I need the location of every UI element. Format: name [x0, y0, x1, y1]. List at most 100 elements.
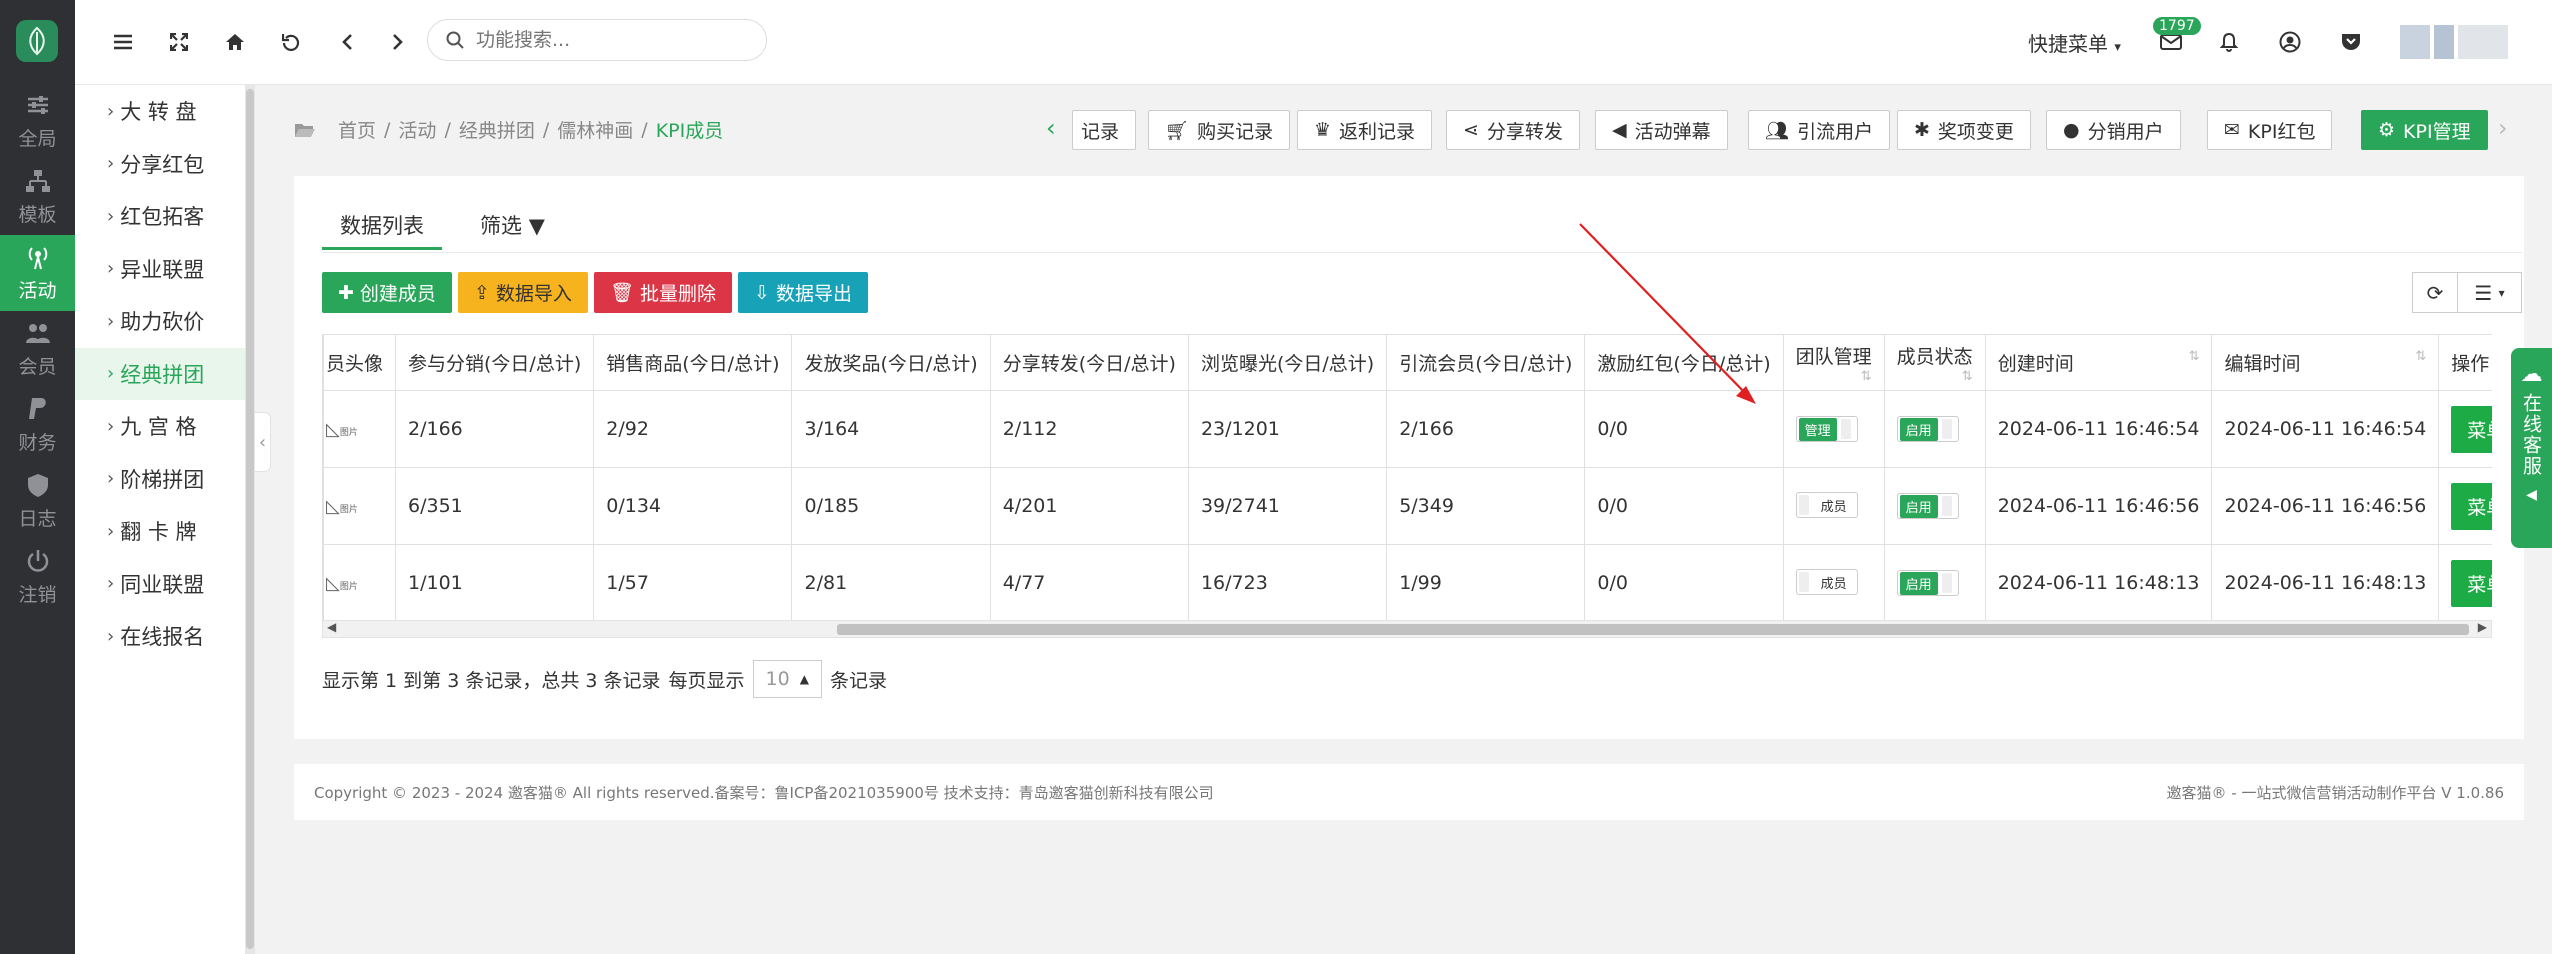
tabs-scroll-left[interactable]: ‹ [1046, 114, 1056, 142]
tab-data-list[interactable]: 数据列表 [322, 200, 442, 250]
image-placeholder-icon: ◺ [326, 572, 340, 594]
batch-delete-button[interactable]: 🗑︎ 批量删除 [593, 272, 733, 313]
breadcrumb-campaign[interactable]: 儒林神画 [557, 116, 633, 143]
sidebar-scrollbar[interactable] [245, 85, 255, 954]
search-input[interactable] [476, 29, 736, 51]
col-avatar[interactable]: 员头像 [323, 334, 397, 391]
row-menu-button[interactable]: 菜单▾ [2451, 405, 2492, 453]
user-circle-icon [2279, 31, 2301, 53]
tab-kpi-management[interactable]: ⚙ KPI管理 [2361, 110, 2488, 150]
back-button[interactable] [331, 26, 363, 58]
tab-record[interactable]: 记录 [1072, 110, 1137, 150]
rail-item-logout[interactable]: 注销 [0, 539, 75, 615]
tab-kpi-redpacket[interactable]: ✉ KPI红包 [2207, 110, 2333, 150]
col-distribution[interactable]: 参与分销(今日/总计) [395, 334, 595, 391]
col-views[interactable]: 浏览曝光(今日/总计) [1187, 334, 1388, 391]
col-shares[interactable]: 分享转发(今日/总计) [989, 334, 1189, 391]
scroll-right-icon[interactable]: ▶ [2478, 620, 2487, 634]
home-button[interactable] [219, 26, 251, 58]
rail-item-finance[interactable]: 财务 [0, 387, 75, 463]
fullscreen-button[interactable] [163, 26, 195, 58]
rail-item-members[interactable]: 会员 [0, 311, 75, 387]
caret-up-icon: ▲ [799, 672, 809, 686]
quick-menu-dropdown[interactable]: 快捷菜单 ▾ [2028, 28, 2121, 57]
sidebar-item-nine-grid[interactable]: › 九 宫 格 [75, 400, 245, 453]
scroll-thumb[interactable] [837, 624, 2469, 635]
sidebar-item-bargain[interactable]: › 助力砍价 [75, 295, 245, 348]
user-avatar[interactable] [2400, 25, 2510, 59]
export-data-button[interactable]: ⇩ 数据导出 [738, 272, 868, 313]
avatar-cell[interactable]: ◺图片 [323, 544, 397, 620]
paypal-icon [28, 398, 46, 419]
tab-activity-danmaku[interactable]: ◀ 活动弹幕 [1595, 110, 1728, 150]
sidebar-item-share-redpacket[interactable]: › 分享红包 [75, 138, 245, 191]
icon-rail: 全局 模板 活动 会员 财务 日志 注销 [0, 0, 75, 954]
sidebar-item-ladder-group[interactable]: › 阶梯拼团 [75, 453, 245, 506]
caret-left-icon: ◀ [2526, 487, 2537, 503]
sidebar-item-flip-card[interactable]: › 翻 卡 牌 [75, 505, 245, 558]
tab-purchase-record[interactable]: 🛒︎ 购买记录 [1148, 110, 1291, 150]
sidebar-item-redpacket-acquire[interactable]: › 红包拓客 [75, 190, 245, 243]
rail-item-label: 注销 [18, 584, 57, 606]
breadcrumb-activity[interactable]: 活动 [398, 116, 436, 143]
download-icon: ⇩ [754, 281, 770, 304]
notification-button[interactable] [2213, 26, 2245, 58]
page-size-select[interactable]: 10 ▲ [752, 660, 822, 698]
tabs-scroll-right[interactable]: › [2498, 114, 2508, 142]
breadcrumb-home[interactable]: 首页 [338, 116, 376, 143]
refresh-button[interactable] [275, 26, 307, 58]
rail-item-global[interactable]: 全局 [0, 83, 75, 159]
sidebar-item-online-signup[interactable]: › 在线报名 [75, 610, 245, 663]
member-status-toggle[interactable]: 启用 [1896, 570, 1959, 596]
rail-item-activity[interactable]: 活动 [0, 235, 75, 311]
breadcrumb-group-buy[interactable]: 经典拼团 [459, 116, 535, 143]
tab-share-forward[interactable]: ⋖ 分享转发 [1446, 110, 1580, 150]
forward-button[interactable] [382, 26, 414, 58]
menu-toggle-button[interactable] [107, 26, 139, 58]
data-table: 员头像 参与分销(今日/总计) 销售商品(今日/总计) 发放奖品(今日/总计) … [322, 334, 2492, 620]
function-search[interactable] [427, 19, 767, 61]
rail-item-template[interactable]: 模板 [0, 159, 75, 235]
sidebar-collapse-button[interactable]: ‹ [255, 412, 271, 472]
tab-distribution-users[interactable]: ● 分销用户 [2046, 110, 2181, 150]
pocket-button[interactable] [2335, 26, 2367, 58]
avatar-cell[interactable]: ◺图片 [323, 467, 397, 545]
bug-icon: ✱ [1914, 119, 1930, 141]
table-horizontal-scrollbar[interactable]: ◀ ▶ [322, 620, 2492, 638]
sidebar-item-wheel[interactable]: › 大 转 盘 [75, 85, 245, 138]
sidebar-item-group-buy[interactable]: › 经典拼团 [75, 347, 245, 400]
tab-filter[interactable]: 筛选 ▼ [462, 200, 563, 250]
team-management-toggle[interactable]: 成员 [1795, 492, 1858, 518]
list-icon: ☰ [2474, 280, 2493, 305]
columns-toggle-button[interactable]: ☰ ▾ [2458, 272, 2522, 313]
col-edited-time[interactable]: 编辑时间 ⇅ [2211, 334, 2440, 391]
col-referrals[interactable]: 引流会员(今日/总计) [1386, 334, 1586, 391]
tab-traffic-users[interactable]: 👥︎ 引流用户 [1748, 110, 1891, 150]
cell-views: 39/2741 [1187, 467, 1388, 545]
col-prizes[interactable]: 发放奖品(今日/总计) [791, 334, 991, 391]
sidebar-item-alliance[interactable]: › 异业联盟 [75, 243, 245, 296]
sidebar-item-peer-alliance[interactable]: › 同业联盟 [75, 558, 245, 611]
col-team-management[interactable]: 团队管理 ⇅ [1782, 334, 1885, 391]
row-menu-button[interactable]: 菜单▾ [2451, 482, 2492, 530]
col-created-time[interactable]: 创建时间 ⇅ [1984, 334, 2213, 391]
member-status-toggle[interactable]: 启用 [1896, 493, 1959, 519]
rail-item-label: 会员 [18, 356, 57, 378]
refresh-table-button[interactable]: ⟳ [2412, 272, 2458, 313]
online-service-widget[interactable]: ☁ 在线客服 ◀ [2511, 348, 2552, 548]
import-data-button[interactable]: ⇪ 数据导入 [457, 272, 588, 313]
app-logo[interactable] [16, 20, 58, 62]
team-management-toggle[interactable]: 成员 [1795, 569, 1858, 595]
tab-prize-change[interactable]: ✱ 奖项变更 [1897, 110, 2031, 150]
team-management-toggle[interactable]: 管理 [1795, 416, 1858, 442]
col-member-status[interactable]: 成员状态 ⇅ [1883, 334, 1986, 391]
scroll-left-icon[interactable]: ◀ [327, 620, 336, 634]
tab-rebate-record[interactable]: ♛ 返利记录 [1297, 110, 1433, 150]
member-status-toggle[interactable]: 启用 [1896, 416, 1959, 442]
avatar-cell[interactable]: ◺图片 [323, 390, 397, 468]
profile-button[interactable] [2274, 26, 2306, 58]
row-menu-button[interactable]: 菜单▾ [2451, 559, 2492, 607]
col-sales[interactable]: 销售商品(今日/总计) [593, 334, 793, 391]
rail-item-log[interactable]: 日志 [0, 463, 75, 539]
create-member-button[interactable]: ✚ 创建成员 [322, 272, 452, 313]
